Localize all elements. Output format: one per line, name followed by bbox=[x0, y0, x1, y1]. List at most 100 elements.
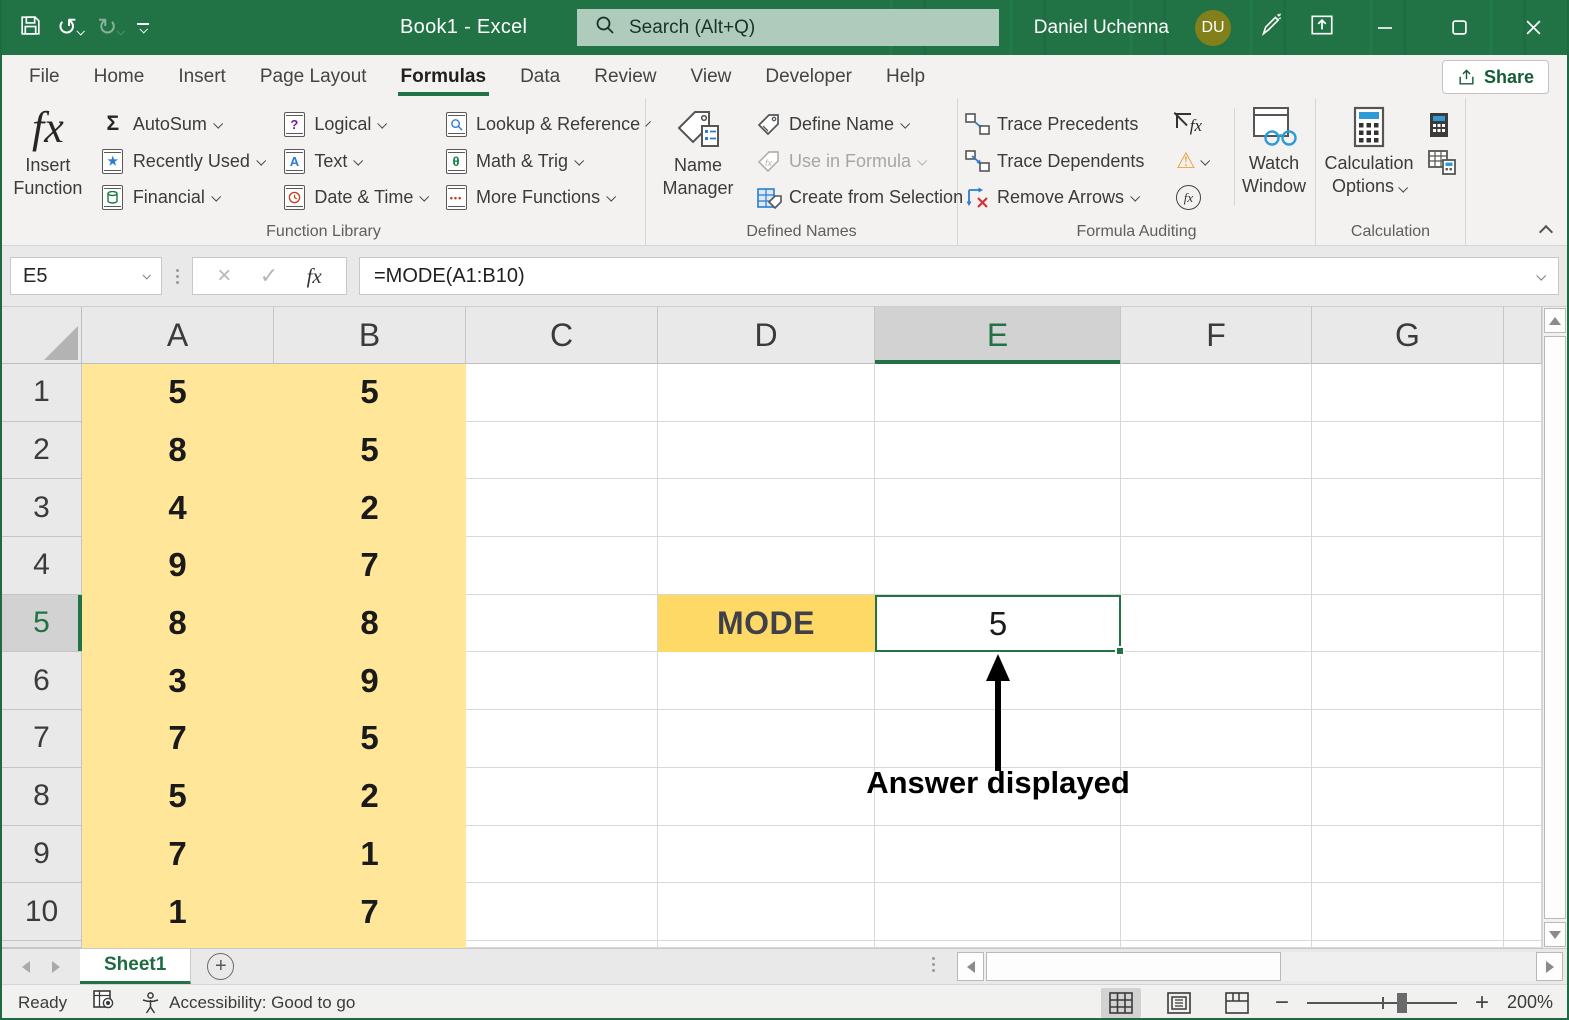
cell-G6[interactable] bbox=[1312, 652, 1504, 710]
row-header-3[interactable]: 3 bbox=[2, 479, 82, 537]
row-header-partial[interactable] bbox=[2, 941, 82, 948]
row-header-1[interactable]: 1 bbox=[2, 364, 82, 422]
cell-F9[interactable] bbox=[1121, 826, 1312, 884]
row-header-8[interactable]: 8 bbox=[2, 768, 82, 826]
cell-A4[interactable]: 9 bbox=[82, 537, 274, 595]
more-functions-button[interactable]: ••• More Functions bbox=[437, 179, 645, 216]
tab-developer[interactable]: Developer bbox=[748, 55, 869, 98]
cell-D3[interactable] bbox=[658, 479, 875, 537]
column-header-C[interactable]: C bbox=[466, 307, 658, 364]
cell-F5[interactable] bbox=[1121, 595, 1312, 653]
cell-G8[interactable] bbox=[1312, 768, 1504, 826]
horizontal-scrollbar-thumb[interactable] bbox=[986, 952, 1281, 981]
financial-button[interactable]: Financial bbox=[94, 179, 276, 216]
cell-C6[interactable] bbox=[466, 652, 658, 710]
cell-partial8[interactable] bbox=[1504, 768, 1542, 826]
avatar[interactable]: DU bbox=[1195, 10, 1231, 46]
row-header-4[interactable]: 4 bbox=[2, 537, 82, 595]
column-header-A[interactable]: A bbox=[82, 307, 274, 364]
evaluate-formula-button[interactable]: fx bbox=[1170, 179, 1232, 216]
tab-insert[interactable]: Insert bbox=[161, 55, 243, 98]
selected-cell-E5[interactable]: 5 bbox=[875, 595, 1121, 653]
cell-F7[interactable] bbox=[1121, 710, 1312, 768]
insert-function-fx-icon[interactable]: fx bbox=[307, 264, 322, 289]
row-header-9[interactable]: 9 bbox=[2, 826, 82, 884]
lookup-reference-button[interactable]: Lookup & Reference bbox=[437, 106, 645, 143]
cell-B8[interactable]: 2 bbox=[274, 768, 466, 826]
tab-home[interactable]: Home bbox=[77, 55, 162, 98]
cell-E10[interactable] bbox=[875, 883, 1121, 941]
calculation-options-button[interactable]: Calculation Options bbox=[1316, 104, 1422, 216]
cell-E4[interactable] bbox=[875, 537, 1121, 595]
normal-view-button[interactable] bbox=[1101, 988, 1141, 1018]
watch-window-button[interactable]: Watch Window bbox=[1237, 104, 1311, 216]
cell-A5[interactable]: 8 bbox=[82, 595, 274, 653]
horizontal-scrollbar[interactable] bbox=[957, 952, 1563, 981]
column-header-D[interactable]: D bbox=[658, 307, 875, 364]
customize-qat-button[interactable] bbox=[137, 23, 149, 33]
cell-A7[interactable]: 7 bbox=[82, 710, 274, 768]
cell-F1[interactable] bbox=[1121, 364, 1312, 422]
row-header-6[interactable]: 6 bbox=[2, 652, 82, 710]
tab-view[interactable]: View bbox=[674, 55, 749, 98]
trace-dependents-button[interactable]: Trace Dependents bbox=[958, 143, 1170, 180]
column-header-partial[interactable] bbox=[1504, 307, 1542, 364]
name-manager-button[interactable]: Name Manager bbox=[646, 104, 750, 216]
cell-partial[interactable] bbox=[875, 941, 1121, 948]
scroll-right-button[interactable] bbox=[1536, 952, 1563, 981]
error-checking-button[interactable]: ⚠ bbox=[1170, 143, 1232, 180]
cell-D6[interactable] bbox=[658, 652, 875, 710]
select-all-corner[interactable] bbox=[2, 307, 82, 364]
maximize-button[interactable] bbox=[1435, 5, 1483, 51]
cell-A8[interactable]: 5 bbox=[82, 768, 274, 826]
scroll-left-button[interactable] bbox=[957, 952, 984, 981]
cell-D5-mode-label[interactable]: MODE bbox=[658, 595, 875, 653]
scroll-up-button[interactable] bbox=[1544, 308, 1566, 333]
cell-G10[interactable] bbox=[1312, 883, 1504, 941]
cell-A9[interactable]: 7 bbox=[82, 826, 274, 884]
cell-G7[interactable] bbox=[1312, 710, 1504, 768]
fill-handle[interactable] bbox=[1115, 646, 1125, 656]
sheet-tab-sheet1[interactable]: Sheet1 bbox=[80, 949, 191, 985]
zoom-out-button[interactable]: − bbox=[1275, 991, 1289, 1015]
cell-partial2[interactable] bbox=[1504, 422, 1542, 480]
accessibility-status[interactable]: Accessibility: Good to go bbox=[141, 992, 355, 1014]
cell-D10[interactable] bbox=[658, 883, 875, 941]
cell-C1[interactable] bbox=[466, 364, 658, 422]
cell-partial4[interactable] bbox=[1504, 537, 1542, 595]
minimize-button[interactable] bbox=[1361, 5, 1409, 51]
cell-D2[interactable] bbox=[658, 422, 875, 480]
cell-B7[interactable]: 5 bbox=[274, 710, 466, 768]
cell-partial[interactable] bbox=[1312, 941, 1504, 948]
cell-G2[interactable] bbox=[1312, 422, 1504, 480]
macro-record-icon[interactable] bbox=[93, 990, 115, 1015]
vertical-scrollbar[interactable] bbox=[1542, 307, 1567, 948]
cell-partial7[interactable] bbox=[1504, 710, 1542, 768]
cell-D7[interactable] bbox=[658, 710, 875, 768]
cell-C10[interactable] bbox=[466, 883, 658, 941]
cell-F4[interactable] bbox=[1121, 537, 1312, 595]
cell-C4[interactable] bbox=[466, 537, 658, 595]
new-sheet-button[interactable]: + bbox=[207, 953, 234, 980]
cell-G5[interactable] bbox=[1312, 595, 1504, 653]
cell-D8[interactable] bbox=[658, 768, 875, 826]
cell-F3[interactable] bbox=[1121, 479, 1312, 537]
formula-bar-splitter[interactable] bbox=[162, 269, 192, 284]
cell-partial[interactable] bbox=[658, 941, 875, 948]
cell-A2[interactable]: 8 bbox=[82, 422, 274, 480]
cell-partial[interactable] bbox=[1504, 941, 1542, 948]
save-icon[interactable] bbox=[18, 13, 43, 43]
row-header-2[interactable]: 2 bbox=[2, 422, 82, 480]
close-button[interactable] bbox=[1509, 5, 1557, 51]
cell-B10[interactable]: 7 bbox=[274, 883, 466, 941]
column-header-E[interactable]: E bbox=[875, 307, 1121, 364]
cell-F8[interactable] bbox=[1121, 768, 1312, 826]
cell-partial[interactable] bbox=[1121, 941, 1312, 948]
cell-partial3[interactable] bbox=[1504, 479, 1542, 537]
remove-arrows-button[interactable]: Remove Arrows bbox=[958, 179, 1170, 216]
calculate-sheet-button[interactable] bbox=[1422, 143, 1462, 180]
cell-B1[interactable]: 5 bbox=[274, 364, 466, 422]
autosum-button[interactable]: Σ AutoSum bbox=[94, 106, 276, 143]
zoom-in-button[interactable]: + bbox=[1475, 991, 1489, 1015]
undo-dropdown-icon[interactable] bbox=[77, 27, 85, 35]
